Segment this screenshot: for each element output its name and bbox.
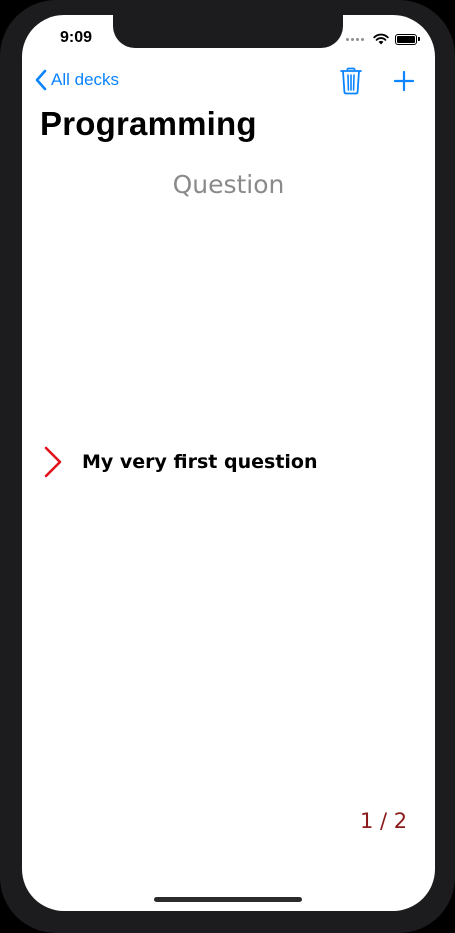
status-icons xyxy=(346,33,420,45)
flashcard-text: My very first question xyxy=(82,451,318,473)
app-screen: 9:09 All decks Programming Question My v… xyxy=(22,15,435,911)
chevron-right-icon[interactable] xyxy=(42,445,64,479)
page-title: Programming xyxy=(40,105,257,142)
wifi-icon xyxy=(373,33,389,45)
status-time: 9:09 xyxy=(59,29,93,46)
device-notch xyxy=(113,15,343,48)
plus-icon[interactable] xyxy=(393,70,415,92)
chevron-left-icon xyxy=(35,69,47,91)
cellular-signal-icon xyxy=(346,37,366,41)
home-indicator[interactable] xyxy=(154,897,302,902)
card-side-label: Question xyxy=(172,170,285,199)
back-button-label: All decks xyxy=(51,70,120,89)
battery-icon xyxy=(395,33,420,45)
device-frame: 9:09 All decks Programming Question My v… xyxy=(0,0,455,933)
navigation-bar: All decks xyxy=(22,67,435,97)
back-button[interactable]: All decks xyxy=(34,69,119,91)
card-counter: 1 / 2 xyxy=(360,809,408,833)
flashcard-row[interactable]: My very first question xyxy=(42,445,318,479)
trash-icon[interactable] xyxy=(339,67,363,95)
